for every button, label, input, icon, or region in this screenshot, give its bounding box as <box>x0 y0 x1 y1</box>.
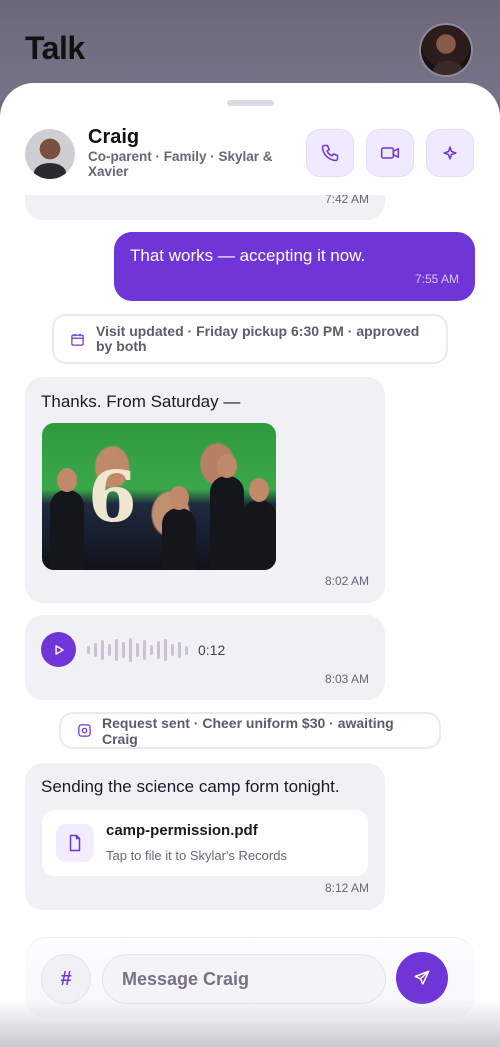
call-button[interactable] <box>306 129 354 177</box>
message-list[interactable]: 7:42 AM That works — accepting it now. 7… <box>0 195 500 935</box>
video-call-button[interactable] <box>366 129 414 177</box>
hashtag-button[interactable]: # <box>41 954 91 1004</box>
send-button[interactable] <box>396 952 448 1004</box>
phone-icon <box>321 144 339 162</box>
voice-waveform[interactable] <box>87 638 188 662</box>
message-time: 8:02 AM <box>324 574 369 588</box>
event-card-visit-updated[interactable]: Visit updated · Friday pickup 6:30 PM · … <box>52 314 448 364</box>
profile-avatar[interactable] <box>419 23 473 77</box>
message-text: That works — accepting it now. <box>130 246 366 265</box>
message-text: Sending the science camp form tonight. <box>41 777 340 796</box>
conversation-sheet: Craig Co-parent · Family · Skylar & Xavi… <box>0 83 500 1047</box>
photo-figure <box>162 486 196 570</box>
assistant-button[interactable] <box>426 129 474 177</box>
file-name: camp-permission.pdf <box>106 822 258 839</box>
photo-attachment[interactable]: 6 <box>42 423 276 570</box>
video-icon <box>380 147 400 159</box>
file-attachment-card[interactable]: camp-permission.pdf Tap to file it to Sk… <box>42 810 368 876</box>
message-text: Thanks. From Saturday — <box>41 392 241 411</box>
play-button[interactable] <box>41 632 76 667</box>
photo-figure <box>242 478 276 570</box>
calendar-icon <box>71 333 84 346</box>
voice-message-bubble: 0:12 8:03 AM <box>25 615 385 700</box>
contact-name: Craig <box>88 126 140 148</box>
request-icon <box>78 724 91 737</box>
document-icon <box>56 824 94 862</box>
message-input[interactable] <box>102 954 386 1004</box>
event-text: Visit updated · Friday pickup 6:30 PM · … <box>96 323 420 354</box>
message-bubble-incoming: Thanks. From Saturday — 6 8:02 AM <box>25 377 385 603</box>
sheet-grabber-handle[interactable] <box>227 100 274 106</box>
send-icon <box>414 970 430 985</box>
message-time: 8:03 AM <box>324 672 369 686</box>
photo-figure <box>50 468 84 570</box>
message-time: 7:55 AM <box>414 272 459 286</box>
app-title: Talk <box>25 30 85 66</box>
message-time: 8:12 AM <box>324 881 369 895</box>
voice-duration: 0:12 <box>198 642 226 658</box>
photo-overlay-text: 6 <box>88 455 137 538</box>
contact-avatar[interactable] <box>25 129 75 179</box>
message-time: 7:42 AM <box>324 195 369 206</box>
contact-meta: Co-parent · Family · Skylar & Xavier <box>88 149 273 179</box>
file-subtitle: Tap to file it to Skylar's Records <box>106 848 287 863</box>
home-indicator-area <box>0 1000 500 1047</box>
event-card-request-sent[interactable]: Request sent · Cheer uniform $30 · await… <box>59 712 441 749</box>
event-text: Request sent · Cheer uniform $30 · await… <box>102 714 394 747</box>
sparkle-icon <box>443 146 457 160</box>
message-bubble-outgoing: That works — accepting it now. 7:55 AM <box>114 232 475 301</box>
photo-figure <box>210 454 244 570</box>
chat-header: Craig Co-parent · Family · Skylar & Xavi… <box>0 123 500 195</box>
play-icon <box>54 644 64 655</box>
message-bubble-incoming: 7:42 AM <box>25 195 385 220</box>
message-bubble-incoming: Sending the science camp form tonight. c… <box>25 763 385 910</box>
